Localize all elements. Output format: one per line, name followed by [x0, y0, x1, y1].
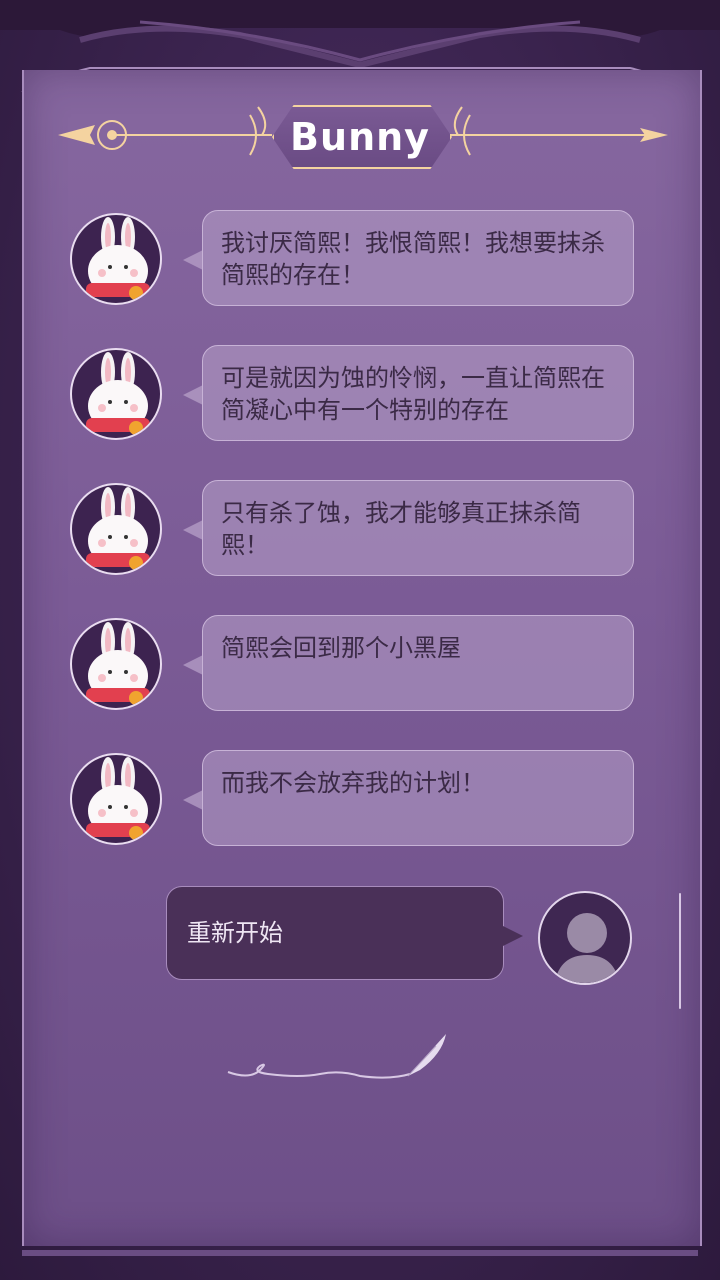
message-bubble: 我讨厌简熙！我恨简熙！我想要抹杀简熙的存在！	[202, 210, 634, 306]
restart-option-button[interactable]: 重新开始	[166, 886, 504, 980]
bunny-avatar	[70, 618, 162, 710]
panel-bottom-bar	[22, 1250, 698, 1256]
bunny-avatar	[70, 213, 162, 305]
message-row: 可是就因为蚀的怜悯，一直让简熙在简凝心中有一个特别的存在	[0, 345, 720, 445]
reply-row: 重新开始	[0, 886, 720, 986]
message-bubble: 只有杀了蚀，我才能够真正抹杀简熙！	[202, 480, 634, 576]
message-row: 简熙会回到那个小黑屋	[0, 615, 720, 715]
rabbit-icon	[86, 352, 150, 435]
message-bubble: 而我不会放弃我的计划！	[202, 750, 634, 846]
bubble-tail	[183, 250, 203, 270]
message-bubble: 简熙会回到那个小黑屋	[202, 615, 634, 711]
bunny-avatar	[70, 348, 162, 440]
title-bar: Bunny	[0, 95, 720, 175]
user-avatar	[538, 891, 632, 985]
rabbit-icon	[86, 217, 150, 300]
rabbit-icon	[86, 757, 150, 840]
rabbit-icon	[86, 622, 150, 705]
message-row: 我讨厌简熙！我恨简熙！我想要抹杀简熙的存在！	[0, 210, 720, 310]
scrollbar[interactable]	[679, 893, 681, 1009]
bubble-tail	[183, 385, 203, 405]
message-row: 只有杀了蚀，我才能够真正抹杀简熙！	[0, 480, 720, 580]
bubble-tail	[183, 520, 203, 540]
reply-bubble-tail	[503, 926, 523, 946]
person-icon	[554, 913, 620, 983]
message-row: 而我不会放弃我的计划！	[0, 750, 720, 850]
bunny-avatar	[70, 753, 162, 845]
quill-signature-icon	[227, 1034, 446, 1079]
rabbit-icon	[86, 487, 150, 570]
bubble-tail	[183, 790, 203, 810]
bunny-avatar	[70, 483, 162, 575]
page-title: Bunny	[290, 115, 430, 159]
bubble-tail	[183, 655, 203, 675]
message-bubble: 可是就因为蚀的怜悯，一直让简熙在简凝心中有一个特别的存在	[202, 345, 634, 441]
